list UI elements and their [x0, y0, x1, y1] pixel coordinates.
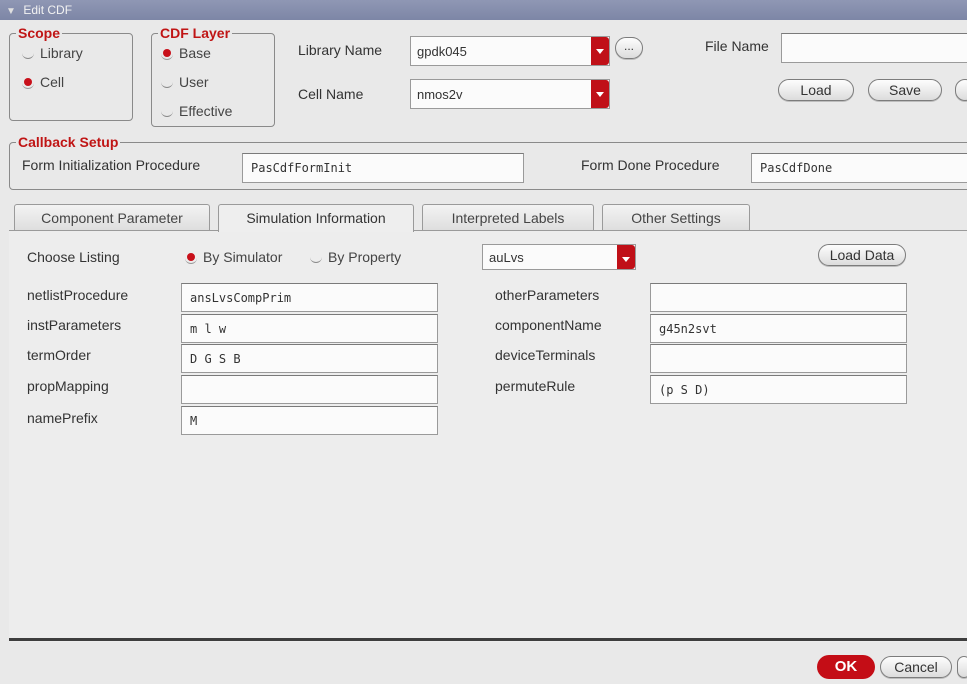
- prop-mapping-field[interactable]: [181, 375, 438, 404]
- dropdown-arrow-icon[interactable]: [617, 245, 635, 269]
- component-name-field[interactable]: g45n2svt: [650, 314, 907, 343]
- tab-interpreted-labels[interactable]: Interpreted Labels: [422, 204, 594, 230]
- by-simulator-radio[interactable]: By Simulator: [185, 249, 282, 265]
- term-order-field[interactable]: D G S B: [181, 344, 438, 373]
- chevron-down-icon[interactable]: ▼: [6, 2, 20, 22]
- library-name-value: gpdk045: [417, 44, 467, 59]
- layer-effective-radio[interactable]: Effective: [161, 103, 232, 119]
- cdf-layer-legend: CDF Layer: [158, 25, 233, 41]
- radio-off-icon: [161, 76, 173, 88]
- prop-mapping-label: propMapping: [27, 378, 109, 394]
- permute-rule-label: permuteRule: [495, 378, 576, 394]
- tab-simulation-information[interactable]: Simulation Information: [218, 204, 414, 232]
- other-parameters-label: otherParameters: [495, 287, 600, 303]
- library-name-combo[interactable]: gpdk045: [410, 36, 610, 66]
- inst-parameters-field[interactable]: m l w: [181, 314, 438, 343]
- radio-on-icon: [185, 251, 197, 264]
- term-order-label: termOrder: [27, 347, 91, 363]
- tab-component-parameter[interactable]: Component Parameter: [14, 204, 210, 230]
- layer-base-radio[interactable]: Base: [161, 45, 211, 61]
- window-title: Edit CDF: [23, 3, 73, 17]
- radio-on-icon: [22, 76, 34, 89]
- layer-user-label: User: [179, 74, 209, 90]
- cell-name-label: Cell Name: [298, 86, 364, 102]
- browse-button[interactable]: ...: [615, 37, 643, 59]
- cell-name-combo[interactable]: nmos2v: [410, 79, 610, 109]
- file-name-field[interactable]: [781, 33, 967, 63]
- cancel-button[interactable]: Cancel: [880, 656, 952, 678]
- name-prefix-label: namePrefix: [27, 410, 98, 426]
- dropdown-arrow-icon[interactable]: [591, 37, 609, 65]
- by-property-radio[interactable]: By Property: [310, 249, 401, 265]
- radio-off-icon: [310, 251, 322, 263]
- form-init-label: Form Initialization Procedure: [22, 157, 201, 173]
- layer-user-radio[interactable]: User: [161, 74, 209, 90]
- device-terminals-label: deviceTerminals: [495, 347, 596, 363]
- other-parameters-field[interactable]: [650, 283, 907, 312]
- component-name-label: componentName: [495, 317, 602, 333]
- inst-parameters-label: instParameters: [27, 317, 122, 333]
- scope-cell-radio[interactable]: Cell: [22, 74, 64, 90]
- ok-button[interactable]: OK: [817, 655, 875, 679]
- form-done-field[interactable]: PasCdfDone: [751, 153, 967, 183]
- tab-other-settings[interactable]: Other Settings: [602, 204, 750, 230]
- device-terminals-field[interactable]: [650, 344, 907, 373]
- name-prefix-field[interactable]: M: [181, 406, 438, 435]
- file-name-label: File Name: [705, 38, 769, 54]
- load-data-button[interactable]: Load Data: [818, 244, 906, 266]
- form-done-label: Form Done Procedure: [581, 157, 720, 173]
- radio-on-icon: [161, 47, 173, 60]
- truncated-button[interactable]: [955, 79, 967, 101]
- radio-off-icon: [161, 105, 173, 117]
- permute-rule-field[interactable]: (p S D): [650, 375, 907, 404]
- callback-legend: Callback Setup: [16, 134, 121, 150]
- scope-cell-label: Cell: [40, 74, 65, 90]
- save-button[interactable]: Save: [868, 79, 942, 101]
- netlist-procedure-label: netlistProcedure: [27, 287, 129, 303]
- scope-legend: Scope: [16, 25, 63, 41]
- layer-base-label: Base: [179, 45, 211, 61]
- choose-listing-label: Choose Listing: [27, 249, 120, 265]
- title-bar: ▼ Edit CDF: [0, 0, 967, 20]
- dropdown-arrow-icon[interactable]: [591, 80, 609, 108]
- library-name-label: Library Name: [298, 42, 383, 58]
- load-button[interactable]: Load: [778, 79, 854, 101]
- simulator-combo[interactable]: auLvs: [482, 244, 636, 270]
- form-init-field[interactable]: PasCdfFormInit: [242, 153, 524, 183]
- layer-effective-label: Effective: [179, 103, 233, 119]
- scope-library-radio[interactable]: Library: [22, 45, 83, 61]
- netlist-procedure-field[interactable]: ansLvsCompPrim: [181, 283, 438, 312]
- footer-divider: [9, 638, 967, 641]
- radio-off-icon: [22, 47, 34, 59]
- scope-library-label: Library: [40, 45, 83, 61]
- cell-name-value: nmos2v: [417, 87, 463, 102]
- truncated-footer-button[interactable]: [957, 656, 967, 678]
